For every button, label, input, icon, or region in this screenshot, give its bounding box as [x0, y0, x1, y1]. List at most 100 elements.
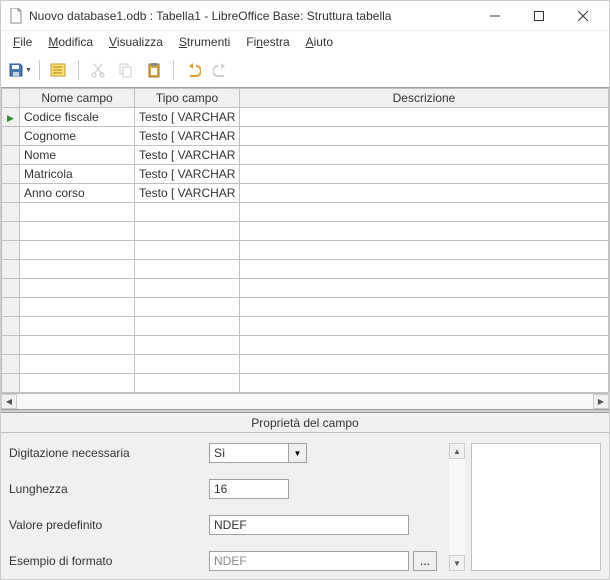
field-type-cell[interactable]: Testo [ VARCHAR ]: [135, 184, 240, 203]
field-desc-cell[interactable]: [240, 165, 609, 184]
row-header[interactable]: [2, 336, 20, 355]
field-name-cell[interactable]: [20, 298, 135, 317]
field-name-cell[interactable]: Codice fiscale: [20, 108, 135, 127]
field-type-cell[interactable]: [135, 374, 240, 393]
minimize-button[interactable]: [473, 2, 517, 30]
field-type-cell[interactable]: [135, 298, 240, 317]
menu-edit[interactable]: Modifica: [40, 33, 101, 51]
field-name-cell[interactable]: [20, 355, 135, 374]
field-name-cell[interactable]: [20, 260, 135, 279]
field-type-cell[interactable]: [135, 355, 240, 374]
field-name-cell[interactable]: Anno corso: [20, 184, 135, 203]
column-header-name[interactable]: Nome campo: [20, 89, 135, 108]
menu-window[interactable]: Finestra: [238, 33, 297, 51]
row-header[interactable]: [2, 298, 20, 317]
field-name-cell[interactable]: Nome: [20, 146, 135, 165]
field-desc-cell[interactable]: [240, 260, 609, 279]
paste-button[interactable]: [141, 57, 167, 83]
field-name-cell[interactable]: [20, 336, 135, 355]
field-type-cell[interactable]: Testo [ VARCHAR ]: [135, 165, 240, 184]
row-header[interactable]: [2, 260, 20, 279]
menu-help[interactable]: Aiuto: [298, 33, 341, 51]
field-desc-cell[interactable]: [240, 127, 609, 146]
field-desc-cell[interactable]: [240, 336, 609, 355]
menu-tools[interactable]: Strumenti: [171, 33, 238, 51]
scroll-left-icon[interactable]: ◀: [1, 394, 17, 409]
row-header-corner[interactable]: [2, 89, 20, 108]
field-desc-cell[interactable]: [240, 374, 609, 393]
row-header[interactable]: [2, 374, 20, 393]
close-button[interactable]: [561, 2, 605, 30]
field-type-cell[interactable]: Testo [ VARCHAR ]: [135, 146, 240, 165]
field-type-cell[interactable]: Testo [ VARCHAR ]: [135, 127, 240, 146]
field-type-cell[interactable]: [135, 336, 240, 355]
field-name-cell[interactable]: Matricola: [20, 165, 135, 184]
row-header[interactable]: [2, 203, 20, 222]
field-desc-cell[interactable]: [240, 222, 609, 241]
field-desc-cell[interactable]: [240, 279, 609, 298]
column-header-type[interactable]: Tipo campo: [135, 89, 240, 108]
default-value-field[interactable]: [209, 515, 409, 535]
scroll-up-icon[interactable]: ▲: [449, 443, 465, 459]
entry-required-field[interactable]: [209, 443, 289, 463]
row-header[interactable]: [2, 279, 20, 298]
field-type-cell[interactable]: [135, 222, 240, 241]
scrollbar-track[interactable]: [449, 459, 465, 555]
field-type-cell[interactable]: [135, 279, 240, 298]
horizontal-scrollbar[interactable]: ◀ ▶: [1, 393, 609, 409]
table-structure-grid: Nome campo Tipo campo Descrizione ▶Codic…: [1, 87, 609, 409]
row-header[interactable]: [2, 241, 20, 260]
maximize-button[interactable]: [517, 2, 561, 30]
properties-scrollbar[interactable]: ▲ ▼: [449, 443, 465, 571]
menu-view[interactable]: Visualizza: [101, 33, 171, 51]
scroll-down-icon[interactable]: ▼: [449, 555, 465, 571]
field-desc-cell[interactable]: [240, 203, 609, 222]
field-type-cell[interactable]: [135, 260, 240, 279]
field-desc-cell[interactable]: [240, 184, 609, 203]
row-header[interactable]: [2, 317, 20, 336]
row-header[interactable]: [2, 165, 20, 184]
field-desc-cell[interactable]: [240, 355, 609, 374]
edit-button[interactable]: [46, 57, 72, 83]
row-header[interactable]: [2, 146, 20, 165]
field-desc-cell[interactable]: [240, 241, 609, 260]
row-header[interactable]: [2, 184, 20, 203]
properties-title: Proprietà del campo: [1, 413, 609, 433]
column-header-desc[interactable]: Descrizione: [240, 89, 609, 108]
undo-button[interactable]: [180, 57, 206, 83]
scroll-right-icon[interactable]: ▶: [593, 394, 609, 409]
field-name-cell[interactable]: [20, 241, 135, 260]
row-header[interactable]: [2, 355, 20, 374]
save-button[interactable]: ▼: [7, 57, 33, 83]
field-name-cell[interactable]: [20, 279, 135, 298]
length-field[interactable]: [209, 479, 289, 499]
format-example-field[interactable]: [209, 551, 409, 571]
format-browse-button[interactable]: ...: [413, 551, 437, 571]
field-name-cell[interactable]: [20, 222, 135, 241]
row-header[interactable]: [2, 222, 20, 241]
field-desc-cell[interactable]: [240, 108, 609, 127]
cut-button: [85, 57, 111, 83]
table-scroll-area[interactable]: Nome campo Tipo campo Descrizione ▶Codic…: [1, 88, 609, 393]
field-type-cell[interactable]: [135, 317, 240, 336]
copy-button: [113, 57, 139, 83]
field-name-cell[interactable]: [20, 203, 135, 222]
field-desc-cell[interactable]: [240, 146, 609, 165]
entry-required-dropdown[interactable]: ▼: [289, 443, 307, 463]
field-type-cell[interactable]: [135, 203, 240, 222]
field-name-cell[interactable]: [20, 374, 135, 393]
toolbar-separator: [78, 60, 79, 80]
field-name-cell[interactable]: Cognome: [20, 127, 135, 146]
field-type-cell[interactable]: [135, 241, 240, 260]
redo-button: [208, 57, 234, 83]
menu-file[interactable]: File: [5, 33, 40, 51]
row-header[interactable]: [2, 127, 20, 146]
field-name-cell[interactable]: [20, 317, 135, 336]
field-type-cell[interactable]: Testo [ VARCHAR ]: [135, 108, 240, 127]
toolbar-separator: [173, 60, 174, 80]
scrollbar-track[interactable]: [17, 394, 593, 409]
field-desc-cell[interactable]: [240, 317, 609, 336]
row-header[interactable]: ▶: [2, 108, 20, 127]
field-desc-cell[interactable]: [240, 298, 609, 317]
window-title: Nuovo database1.odb : Tabella1 - LibreOf…: [29, 9, 473, 23]
